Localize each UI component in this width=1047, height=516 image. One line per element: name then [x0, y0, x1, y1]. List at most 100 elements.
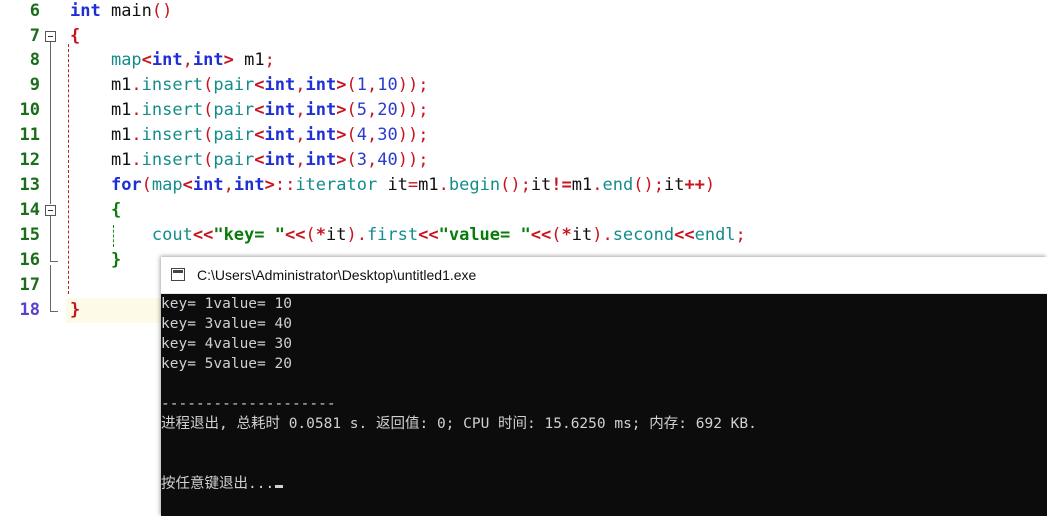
code-token: pair — [213, 150, 255, 170]
code-line[interactable]: m1.insert(pair<int,int>(3,40)); — [70, 148, 429, 173]
code-token: insert — [141, 125, 204, 145]
console-output-line: key= 1value= 10 — [161, 296, 292, 312]
code-line[interactable]: { — [70, 198, 121, 223]
code-token: , — [223, 175, 234, 195]
code-token: int — [70, 1, 101, 21]
code-token: second — [612, 225, 675, 245]
code-token: << — [530, 225, 552, 245]
code-line[interactable]: } — [70, 248, 121, 273]
code-token: int — [192, 175, 224, 195]
code-token: < — [254, 150, 265, 170]
line-number: 7 — [29, 26, 40, 46]
line-number: 17 — [19, 275, 40, 295]
code-token: it — [377, 175, 408, 195]
code-token: int — [151, 50, 183, 70]
code-token: << — [284, 225, 306, 245]
code-token: . — [592, 175, 603, 195]
fold-toggle-main-icon[interactable] — [45, 31, 56, 42]
line-number: 15 — [19, 225, 40, 245]
code-token: insert — [141, 150, 204, 170]
code-line[interactable]: for(map<int,int>::iterator it=m1.begin()… — [70, 173, 715, 198]
console-window[interactable]: C:\Users\Administrator\Desktop\untitled1… — [161, 257, 1047, 516]
code-token: * — [315, 225, 326, 245]
code-token: < — [254, 100, 265, 120]
code-line[interactable]: { — [70, 24, 80, 49]
code-token: < — [182, 175, 193, 195]
code-token: it — [325, 225, 347, 245]
code-token: ( — [141, 175, 152, 195]
code-token: map — [151, 175, 183, 195]
code-token: , — [295, 100, 306, 120]
fold-guide-line — [50, 216, 51, 261]
code-token: cout — [151, 225, 193, 245]
code-token: )); — [397, 75, 429, 95]
code-token: map — [110, 50, 142, 70]
code-token: first — [366, 225, 419, 245]
code-line[interactable]: m1.insert(pair<int,int>(5,20)); — [70, 98, 429, 123]
code-token: > — [336, 125, 347, 145]
code-token: ( — [305, 225, 316, 245]
code-token: () — [151, 1, 173, 21]
console-output[interactable]: key= 1value= 10 key= 3value= 40 key= 4va… — [161, 293, 1047, 516]
code-token: "key= " — [213, 225, 285, 245]
code-line[interactable]: m1.insert(pair<int,int>(1,10)); — [70, 73, 429, 98]
fold-guide-line — [50, 265, 51, 311]
code-token: 40 — [377, 150, 398, 170]
current-line-highlight — [66, 298, 166, 323]
code-token: int — [305, 75, 337, 95]
code-token: > — [336, 75, 347, 95]
code-token: < — [254, 75, 265, 95]
code-line[interactable]: m1.insert(pair<int,int>(4,30)); — [70, 123, 429, 148]
line-number-gutter: 6 7 8 9 10 11 12 13 14 15 16 17 18 — [0, 0, 66, 516]
code-token: endl — [694, 225, 736, 245]
line-number: 14 — [19, 200, 40, 220]
code-token: { — [110, 200, 122, 220]
line-number: 11 — [19, 125, 40, 145]
code-token: , — [295, 150, 306, 170]
code-token: ( — [203, 75, 214, 95]
code-token: . — [131, 75, 142, 95]
code-token: end — [602, 175, 634, 195]
code-token: ( — [203, 125, 214, 145]
code-token: < — [141, 50, 152, 70]
code-token: ( — [551, 225, 562, 245]
code-token: m1 — [70, 75, 132, 95]
code-token: int — [305, 100, 337, 120]
line-number: 13 — [19, 175, 40, 195]
line-number: 10 — [19, 100, 40, 120]
code-token: pair — [213, 100, 255, 120]
code-token: int — [305, 125, 337, 145]
code-token: )); — [397, 150, 429, 170]
code-token: insert — [141, 100, 204, 120]
code-token: ). — [592, 225, 613, 245]
code-token: , — [295, 125, 306, 145]
code-token: m1 — [571, 175, 593, 195]
code-token: 10 — [377, 75, 398, 95]
code-line[interactable]: cout<<"key= "<<(*it).first<<"value= "<<(… — [70, 223, 746, 248]
code-line[interactable]: int main() — [70, 0, 172, 24]
line-number: 9 — [29, 75, 40, 95]
code-token: int — [264, 125, 296, 145]
code-token: 1 — [356, 75, 367, 95]
console-app-icon — [171, 268, 185, 281]
console-titlebar[interactable]: C:\Users\Administrator\Desktop\untitled1… — [161, 257, 1047, 294]
fold-toggle-for-icon[interactable] — [45, 205, 56, 216]
code-line[interactable]: map<int,int> m1; — [70, 48, 275, 73]
code-token: ( — [203, 100, 214, 120]
press-any-key-text: 按任意键退出... — [161, 476, 275, 492]
code-token: . — [131, 150, 142, 170]
code-token: iterator — [295, 175, 378, 195]
code-line[interactable]: } — [70, 298, 80, 323]
console-output-line: key= 5value= 20 — [161, 356, 292, 372]
code-token: ; — [735, 225, 746, 245]
console-separator: -------------------- — [161, 396, 336, 412]
code-token: :: — [274, 175, 296, 195]
code-token: { — [70, 26, 81, 46]
fold-guide-line — [50, 42, 51, 204]
code-token: . — [131, 125, 142, 145]
console-output-line: key= 3value= 40 — [161, 316, 292, 332]
code-token: m1 — [418, 175, 439, 195]
line-number: 8 — [29, 50, 40, 70]
